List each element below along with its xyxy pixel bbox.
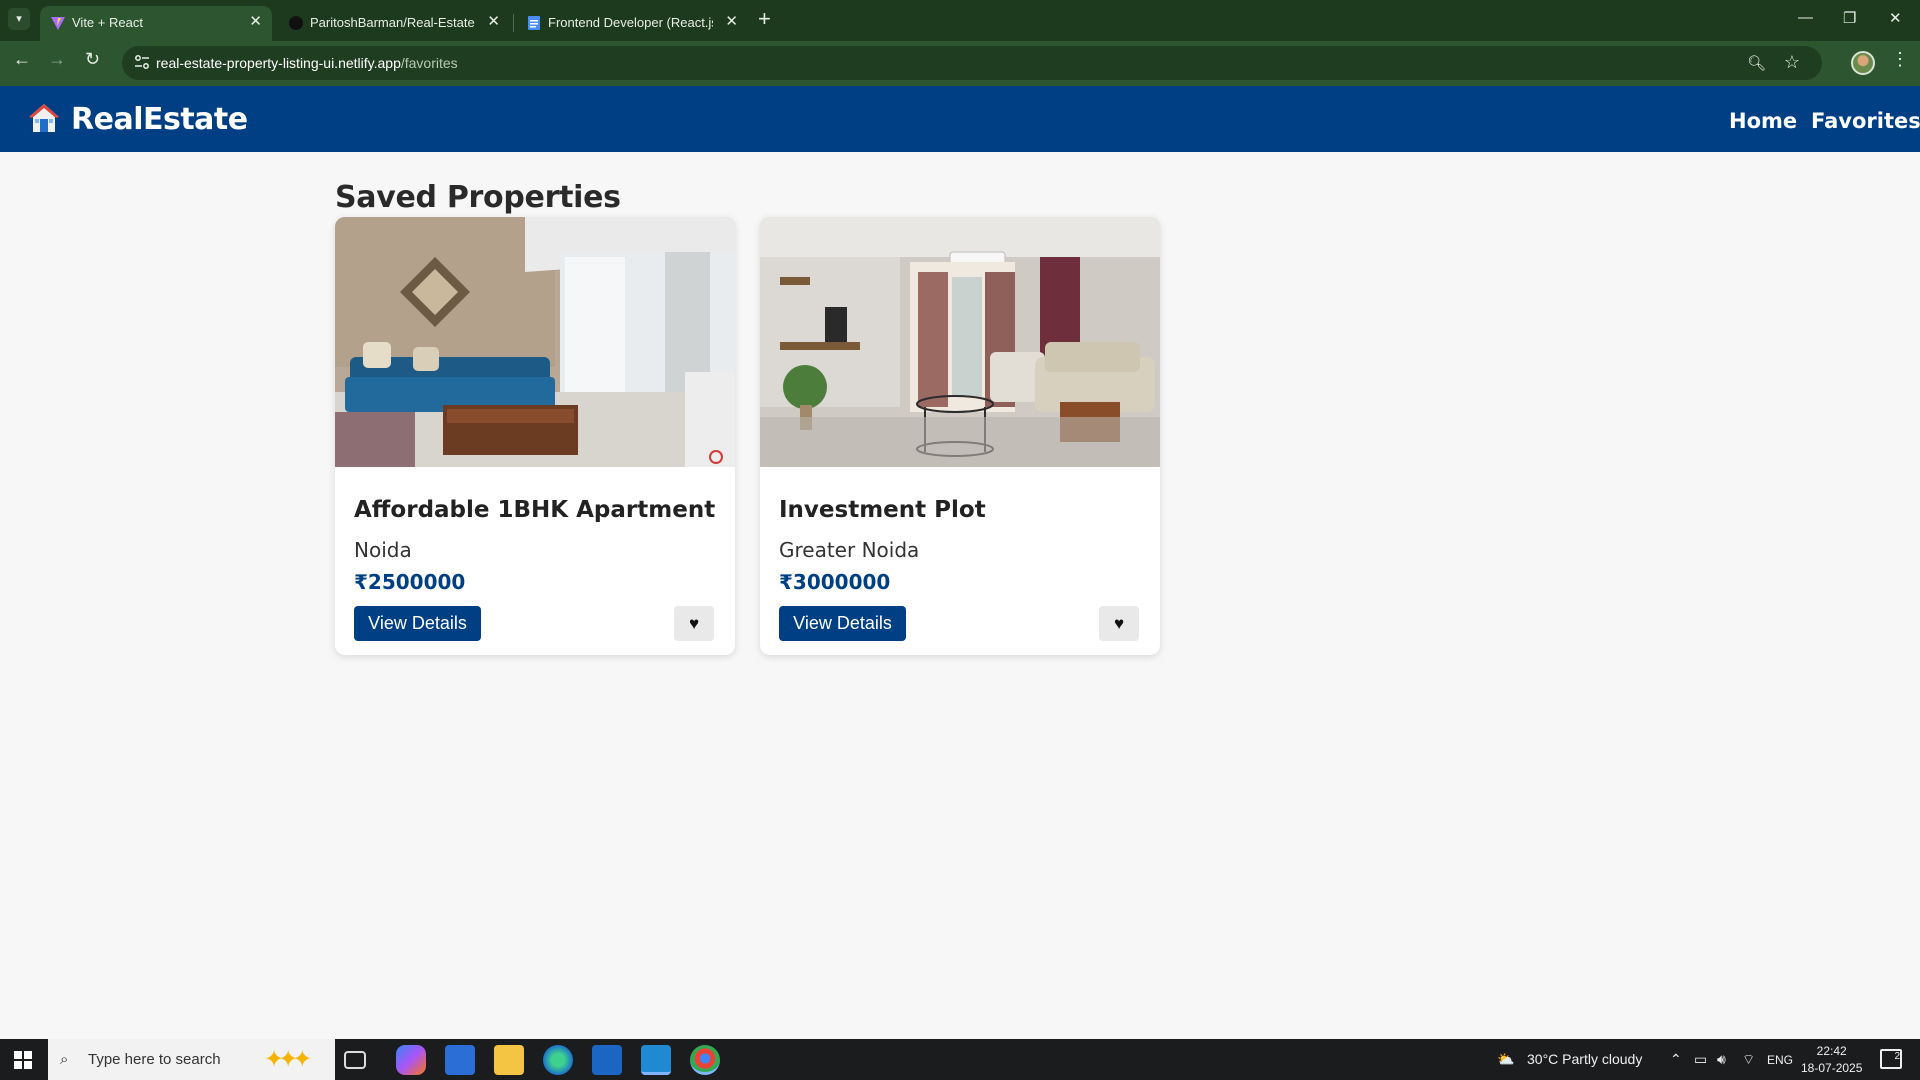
url-path: /favorites (400, 55, 458, 71)
brand-name[interactable]: RealEstate (71, 102, 248, 137)
property-title: Affordable 1BHK Apartment (354, 497, 716, 523)
outlook-icon[interactable] (592, 1045, 622, 1075)
windows-start-icon[interactable] (14, 1051, 32, 1069)
house-logo-icon (29, 104, 59, 132)
search-icon: ⌕ (60, 1051, 69, 1068)
search-placeholder: Type here to search (88, 1051, 221, 1068)
close-window-icon[interactable]: ✕ (1889, 9, 1902, 27)
clock-time: 22:42 (1816, 1044, 1847, 1058)
property-location: Greater Noida (779, 538, 920, 562)
property-card: Investment Plot Greater Noida ₹3000000 V… (760, 217, 1160, 655)
store-icon[interactable] (445, 1045, 475, 1075)
tab-vite-react[interactable]: Vite + React ✕ (40, 6, 272, 41)
copilot-icon[interactable] (396, 1045, 426, 1075)
browser-menu-icon[interactable]: ⋮ (1891, 49, 1909, 70)
nav-favorites-link[interactable]: Favorites (1811, 109, 1920, 133)
address-bar[interactable]: real-estate-property-listing-ui.netlify.… (122, 46, 1822, 80)
property-price: ₹3000000 (779, 570, 891, 594)
property-price: ₹2500000 (354, 570, 466, 594)
favorite-heart-icon[interactable]: ♥ (674, 606, 714, 641)
tab-github[interactable]: ParitoshBarman/Real-Estate-Pr ✕ (278, 6, 510, 41)
back-icon[interactable]: ← (13, 49, 31, 70)
restore-icon[interactable]: ❐ (1843, 9, 1856, 27)
minimize-icon[interactable]: — (1798, 9, 1813, 26)
new-tab-icon[interactable]: + (758, 6, 771, 32)
browser-tab-strip: ▾ Vite + React ✕ ParitoshBarman/Real-Est… (0, 0, 1920, 41)
network-icon[interactable]: ⌔ (1742, 1051, 1755, 1069)
chrome-icon[interactable] (690, 1045, 720, 1075)
close-tab-icon[interactable]: ✕ (725, 12, 738, 30)
clock[interactable]: 22:42 18-07-2025 (1801, 1043, 1862, 1077)
property-image[interactable] (335, 217, 735, 467)
vite-logo-icon (51, 17, 65, 30)
property-card: Affordable 1BHK Apartment Noida ₹2500000… (335, 217, 735, 655)
language-indicator[interactable]: ENG (1767, 1053, 1793, 1067)
vscode-icon[interactable] (641, 1045, 671, 1075)
browser-toolbar: ← → ↻ real-estate-property-listing-ui.ne… (0, 41, 1920, 86)
property-location: Noida (354, 538, 412, 562)
weather-text[interactable]: 30°C Partly cloudy (1527, 1051, 1642, 1067)
notifications-icon[interactable]: 2 (1880, 1049, 1902, 1069)
view-details-button[interactable]: View Details (779, 606, 906, 641)
bookmark-star-icon[interactable]: ☆ (1784, 52, 1800, 73)
task-view-icon[interactable] (344, 1051, 366, 1069)
view-details-button[interactable]: View Details (354, 606, 481, 641)
taskbar-search-input[interactable]: ⌕ Type here to search ✦✦✦ (48, 1039, 335, 1080)
taskbar: ⌕ Type here to search ✦✦✦ ⛅ 30°C Partly … (0, 1039, 1920, 1080)
meet-icon[interactable]: ▭ (1694, 1051, 1707, 1068)
tab-title: Vite + React (72, 15, 143, 30)
tab-title: Frontend Developer (React.js) In (548, 15, 713, 30)
close-tab-icon[interactable]: ✕ (249, 12, 262, 30)
url-domain: real-estate-property-listing-ui.netlify.… (156, 55, 401, 71)
close-tab-icon[interactable]: ✕ (487, 12, 500, 30)
nav-home-link[interactable]: Home (1729, 109, 1797, 133)
zoom-icon[interactable]: 🔍︎ (1747, 54, 1766, 72)
tab-docs[interactable]: Frontend Developer (React.js) In ✕ (516, 6, 748, 41)
url-text: real-estate-property-listing-ui.netlify.… (156, 55, 458, 71)
site-info-icon[interactable] (134, 54, 150, 70)
clock-date: 18-07-2025 (1801, 1061, 1863, 1075)
site-header: RealEstate Home Favorites (0, 86, 1920, 152)
tab-separator (513, 14, 514, 32)
volume-icon[interactable]: 🔊︎ (1717, 1051, 1726, 1068)
property-image[interactable] (760, 217, 1160, 467)
property-title: Investment Plot (779, 497, 986, 523)
profile-avatar[interactable] (1851, 51, 1875, 75)
tab-title: ParitoshBarman/Real-Estate-Pr (310, 15, 475, 30)
sparkle-icon: ✦✦✦ (264, 1046, 312, 1073)
edge-icon[interactable] (543, 1045, 573, 1075)
github-logo-icon (289, 16, 303, 30)
file-explorer-icon[interactable] (494, 1045, 524, 1075)
forward-icon[interactable]: → (48, 49, 66, 70)
reload-icon[interactable]: ↻ (85, 49, 100, 70)
page-title: Saved Properties (335, 180, 621, 215)
favorite-heart-icon[interactable]: ♥ (1099, 606, 1139, 641)
docs-logo-icon (528, 16, 540, 30)
tab-search-icon[interactable]: ▾ (8, 8, 30, 30)
notification-count: 2 (1894, 1051, 1900, 1062)
weather-icon[interactable]: ⛅ (1497, 1051, 1514, 1068)
show-hidden-icons-icon[interactable]: ⌃ (1670, 1051, 1682, 1068)
